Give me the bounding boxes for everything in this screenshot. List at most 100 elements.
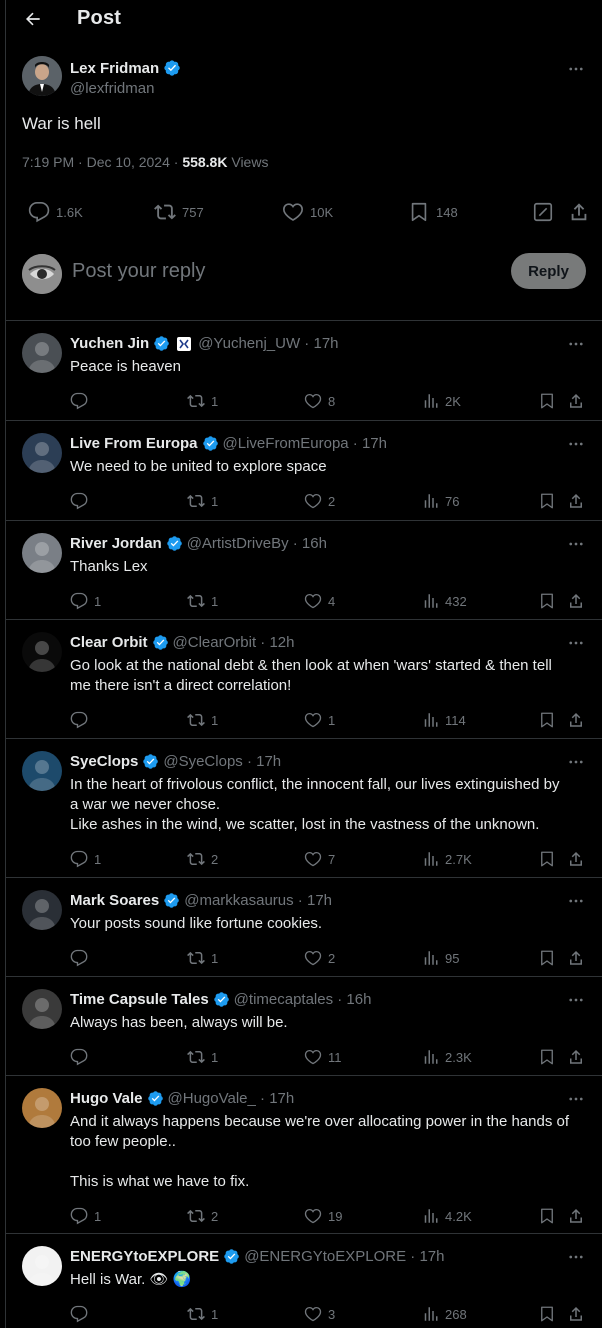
grok-action[interactable] (532, 200, 554, 224)
repost-action[interactable]: 1 (187, 591, 218, 611)
author-handle[interactable]: @Yuchenj_UW · 17h (198, 335, 338, 352)
bookmark-action[interactable] (538, 491, 556, 511)
avatar[interactable] (22, 751, 62, 791)
views-action[interactable]: 76 (421, 491, 459, 511)
like-action[interactable]: 7 (304, 849, 335, 869)
share-action[interactable] (567, 1047, 585, 1067)
avatar[interactable] (22, 533, 62, 573)
author-handle[interactable]: @ClearOrbit · 12h (173, 634, 295, 651)
author-handle[interactable]: @timecaptales · 16h (234, 991, 372, 1008)
share-action[interactable] (567, 491, 585, 511)
more-options-button[interactable] (567, 535, 585, 558)
like-action[interactable]: 19 (304, 1206, 342, 1226)
author-name[interactable]: SyeClops (70, 753, 138, 770)
author-handle[interactable]: @LiveFromEuropa · 17h (223, 435, 387, 452)
author-name[interactable]: Hugo Vale (70, 1090, 143, 1107)
reply-item[interactable]: Clear Orbit @ClearOrbit · 12h Go look at t… (6, 619, 602, 738)
author-name[interactable]: Clear Orbit (70, 634, 148, 651)
bookmark-action[interactable] (538, 391, 556, 411)
like-action[interactable]: 2 (304, 491, 335, 511)
like-action[interactable]: 2 (304, 948, 335, 968)
share-action[interactable] (567, 849, 585, 869)
author-handle[interactable]: @SyeClops · 17h (163, 753, 281, 770)
reply-button[interactable]: Reply (511, 253, 586, 289)
bookmark-action[interactable] (538, 1206, 556, 1226)
repost-action[interactable]: 1 (187, 1304, 218, 1324)
views-action[interactable]: 2.7K (421, 849, 472, 869)
reply-action[interactable] (70, 710, 94, 730)
reply-item[interactable]: SyeClops @SyeClops · 17h In the heart of f… (6, 738, 602, 877)
views-action[interactable]: 432 (421, 591, 467, 611)
bookmark-action[interactable] (538, 1304, 556, 1324)
repost-action[interactable]: 1 (187, 1047, 218, 1067)
author-name[interactable]: Live From Europa (70, 435, 198, 452)
avatar[interactable] (22, 632, 62, 672)
author-handle[interactable]: @lexfridman (70, 80, 154, 97)
share-action[interactable] (568, 200, 590, 224)
reply-item[interactable]: Mark Soares @markkasaurus · 17h Your posts… (6, 877, 602, 976)
back-button[interactable] (20, 7, 46, 31)
like-action[interactable]: 10K (282, 200, 333, 224)
like-action[interactable]: 1 (304, 710, 335, 730)
reply-item[interactable]: ENERGYtoEXPLORE @ENERGYtoEXPLORE · 17h Hel… (6, 1233, 602, 1328)
more-options-button[interactable] (567, 753, 585, 776)
reply-item[interactable]: Hugo Vale @HugoVale_ · 17h And it always h… (6, 1075, 602, 1233)
more-options-button[interactable] (567, 634, 585, 657)
reply-action[interactable] (70, 491, 94, 511)
repost-action[interactable]: 757 (154, 200, 204, 224)
views-action[interactable]: 2.3K (421, 1047, 472, 1067)
author-name[interactable]: Yuchen Jin (70, 335, 149, 352)
reply-action[interactable] (70, 948, 94, 968)
repost-action[interactable]: 1 (187, 948, 218, 968)
bookmark-action[interactable]: 148 (408, 200, 458, 224)
repost-action[interactable]: 2 (187, 1206, 218, 1226)
reply-item[interactable]: Time Capsule Tales @timecaptales · 16h Alw… (6, 976, 602, 1075)
more-options-button[interactable] (567, 1248, 585, 1271)
more-options-button[interactable] (567, 991, 585, 1014)
avatar[interactable] (22, 989, 62, 1029)
repost-action[interactable]: 1 (187, 491, 218, 511)
author-name[interactable]: Mark Soares (70, 892, 159, 909)
views-action[interactable]: 95 (421, 948, 459, 968)
bookmark-action[interactable] (538, 591, 556, 611)
reply-action[interactable]: 1 (70, 591, 101, 611)
share-action[interactable] (567, 710, 585, 730)
author-handle[interactable]: @HugoVale_ · 17h (168, 1090, 295, 1107)
bookmark-action[interactable] (538, 948, 556, 968)
bookmark-action[interactable] (538, 710, 556, 730)
avatar[interactable] (22, 56, 62, 96)
share-action[interactable] (567, 948, 585, 968)
reply-item[interactable]: Yuchen Jin @Yuchenj_UW · 17h Peace is heav… (6, 320, 602, 420)
share-action[interactable] (567, 391, 585, 411)
views-action[interactable]: 2K (421, 391, 461, 411)
author-handle[interactable]: @ENERGYtoEXPLORE · 17h (244, 1248, 444, 1265)
like-action[interactable]: 8 (304, 391, 335, 411)
more-options-button[interactable] (567, 335, 585, 358)
share-action[interactable] (567, 591, 585, 611)
avatar[interactable] (22, 1246, 62, 1286)
bookmark-action[interactable] (538, 1047, 556, 1067)
author-handle[interactable]: @markkasaurus · 17h (184, 892, 332, 909)
my-avatar[interactable] (22, 254, 62, 294)
avatar[interactable] (22, 333, 62, 373)
views-action[interactable]: 4.2K (421, 1206, 472, 1226)
reply-input[interactable]: Post your reply (72, 260, 205, 283)
reply-action[interactable] (70, 1304, 94, 1324)
author-name[interactable]: Time Capsule Tales (70, 991, 209, 1008)
reply-action[interactable]: 1.6K (28, 200, 83, 224)
reply-action[interactable]: 1 (70, 1206, 101, 1226)
more-options-button[interactable] (567, 60, 585, 78)
more-options-button[interactable] (567, 1090, 585, 1113)
like-action[interactable]: 4 (304, 591, 335, 611)
more-options-button[interactable] (567, 892, 585, 915)
like-action[interactable]: 11 (304, 1047, 342, 1067)
author-handle[interactable]: @ArtistDriveBy · 16h (187, 535, 327, 552)
views-action[interactable]: 114 (421, 710, 466, 730)
reply-item[interactable]: Live From Europa @LiveFromEuropa · 17h We … (6, 420, 602, 520)
reply-item[interactable]: River Jordan @ArtistDriveBy · 16h Thanks L… (6, 520, 602, 619)
avatar[interactable] (22, 890, 62, 930)
avatar[interactable] (22, 433, 62, 473)
author-name[interactable]: ENERGYtoEXPLORE (70, 1248, 219, 1265)
share-action[interactable] (567, 1304, 585, 1324)
repost-action[interactable]: 1 (187, 710, 218, 730)
